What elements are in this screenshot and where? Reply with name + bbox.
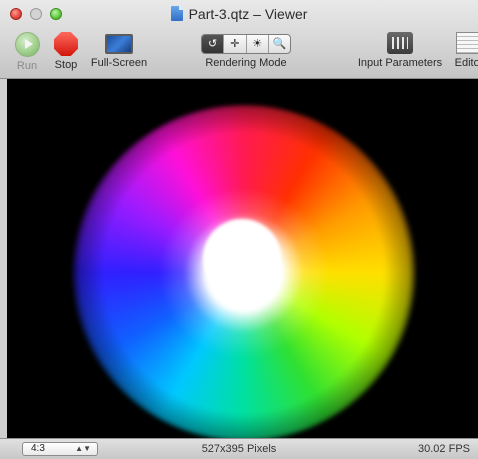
rendering-mode-zoom[interactable]: 🔍 — [267, 35, 290, 53]
run-button[interactable]: Run — [12, 32, 42, 72]
viewer-window: Part-3.qtz – Viewer Run Stop Full-Screen… — [0, 0, 478, 459]
editor-label: Editor — [454, 57, 478, 69]
qtz-document-icon — [170, 6, 183, 21]
stop-octagon-icon — [54, 32, 78, 56]
stop-label: Stop — [54, 59, 78, 71]
rendering-mode-rotate[interactable]: ↺ — [202, 35, 224, 53]
status-bar: 4:3 ▲▼ 527x395 Pixels 30.02 FPS — [0, 438, 478, 459]
color-wheel-center-glow — [203, 219, 281, 297]
rendering-mode-label: Rendering Mode — [205, 57, 287, 69]
editor-icon — [456, 32, 478, 54]
monitor-icon — [105, 34, 133, 54]
sliders-icon — [387, 32, 413, 54]
render-viewport[interactable] — [7, 79, 478, 438]
run-label: Run — [16, 60, 38, 72]
toolbar: Part-3.qtz – Viewer Run Stop Full-Screen… — [0, 0, 478, 79]
full-screen-button[interactable]: Full-Screen — [89, 32, 149, 69]
window-title: Part-3.qtz – Viewer — [0, 5, 478, 23]
editor-button[interactable]: Editor — [449, 32, 478, 69]
input-parameters-button[interactable]: Input Parameters — [356, 32, 444, 69]
rendering-mode-debug[interactable]: ☀ — [245, 35, 268, 53]
window-title-text: Part-3.qtz – Viewer — [188, 6, 308, 22]
full-screen-label: Full-Screen — [90, 57, 148, 69]
input-parameters-label: Input Parameters — [357, 57, 443, 69]
fps-readout: 30.02 FPS — [418, 443, 470, 455]
play-icon — [14, 32, 40, 57]
rendering-mode-control: ↺ ✛ ☀ 🔍 Rendering Mode — [196, 32, 296, 69]
render-dimensions: 527x395 Pixels — [201, 443, 277, 455]
stop-button[interactable]: Stop — [51, 32, 81, 71]
rendering-mode-move[interactable]: ✛ — [223, 35, 245, 53]
rendering-mode-segmented: ↺ ✛ ☀ 🔍 — [201, 34, 291, 54]
